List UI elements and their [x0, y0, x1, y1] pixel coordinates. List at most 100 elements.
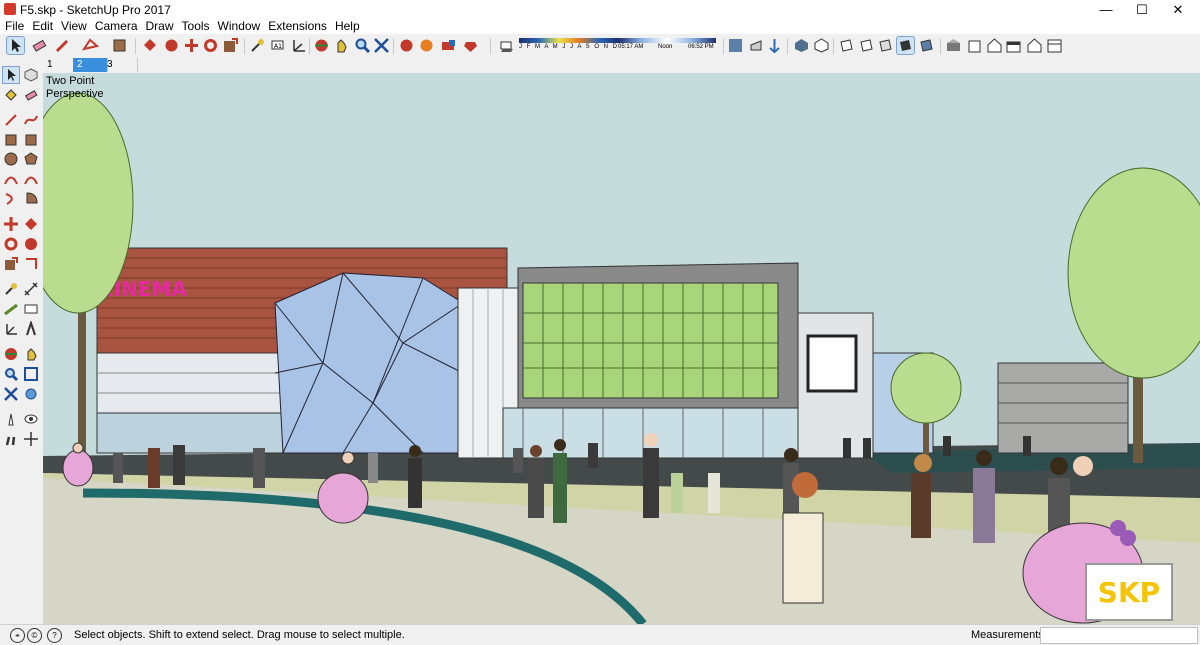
axes-icon[interactable] — [290, 37, 307, 54]
iso-view-icon[interactable] — [918, 37, 935, 54]
hidden-line-icon[interactable] — [838, 37, 855, 54]
extension-icon[interactable] — [418, 37, 435, 54]
protractor-icon[interactable] — [3, 301, 19, 317]
back-view-icon[interactable] — [1005, 37, 1022, 54]
component-icon[interactable] — [23, 67, 39, 83]
select-icon[interactable] — [6, 36, 25, 55]
ruby-icon[interactable] — [462, 37, 479, 54]
time-end-label: 06:52 PM — [688, 44, 714, 50]
tape-measure-icon[interactable] — [3, 281, 19, 297]
zoom-extents-icon[interactable] — [3, 386, 19, 402]
circle-icon[interactable] — [3, 151, 19, 167]
style-icon[interactable] — [766, 37, 783, 54]
geo-location-icon[interactable]: ⌖ — [10, 628, 25, 643]
measurements-input[interactable] — [1040, 627, 1198, 644]
3d-text-icon[interactable] — [23, 319, 39, 337]
measurements-label: Measurements — [971, 629, 1044, 641]
model-viewport[interactable]: CINEMA Two Point Perspective SKP — [43, 73, 1200, 624]
minimize-button[interactable]: — — [1086, 0, 1126, 19]
right-view-icon[interactable] — [986, 37, 1003, 54]
walk-icon[interactable] — [3, 431, 19, 447]
menu-window[interactable]: Window — [214, 19, 265, 34]
menu-extensions[interactable]: Extensions — [264, 19, 331, 34]
push-pull-icon[interactable] — [23, 216, 39, 232]
shadow-month-slider[interactable]: J F M A M J J A S O N D — [519, 36, 619, 56]
tape-measure-icon[interactable] — [249, 37, 266, 54]
bottom-view-icon[interactable] — [1046, 37, 1063, 54]
line-icon[interactable] — [3, 112, 19, 128]
front-view-icon[interactable] — [966, 37, 983, 54]
move-icon[interactable] — [3, 216, 19, 232]
warehouse-icon[interactable] — [398, 37, 415, 54]
section-plane-icon[interactable] — [23, 431, 39, 447]
pencil-icon[interactable] — [54, 37, 71, 54]
shadow-time-slider[interactable]: 05:17 AM Noon 06:52 PM — [618, 36, 716, 56]
shaded-icon[interactable] — [858, 37, 875, 54]
scale-icon[interactable] — [202, 37, 219, 54]
top-view-icon[interactable] — [945, 37, 962, 54]
menu-tools[interactable]: Tools — [178, 19, 214, 34]
left-view-icon[interactable] — [1026, 37, 1043, 54]
rotate-icon[interactable] — [183, 37, 200, 54]
previous-view-icon[interactable] — [23, 386, 39, 402]
shapes-icon[interactable] — [81, 37, 100, 54]
text-icon[interactable] — [23, 301, 39, 317]
menu-file[interactable]: File — [0, 19, 28, 34]
text-icon[interactable]: A1 — [269, 37, 286, 54]
wireframe-icon[interactable] — [813, 37, 830, 54]
move-icon[interactable] — [163, 37, 180, 54]
fog-icon[interactable] — [727, 37, 744, 54]
eraser-icon[interactable] — [23, 87, 39, 103]
xray-icon[interactable] — [793, 37, 810, 54]
scale-icon[interactable] — [3, 256, 19, 272]
textured-icon[interactable] — [877, 37, 894, 54]
paint-bucket-icon[interactable] — [3, 87, 19, 103]
freehand-icon[interactable] — [23, 112, 39, 128]
two-point-arc-icon[interactable] — [23, 171, 39, 187]
rotate-icon[interactable] — [3, 236, 19, 252]
zoom-icon[interactable] — [3, 366, 19, 382]
orbit-icon[interactable] — [3, 346, 19, 362]
menu-draw[interactable]: Draw — [142, 19, 178, 34]
arc-icon[interactable] — [3, 171, 19, 187]
rectangle-icon[interactable] — [3, 132, 19, 148]
menu-help[interactable]: Help — [331, 19, 364, 34]
zoom-extents-icon[interactable] — [373, 37, 390, 54]
polygon-icon[interactable] — [23, 151, 39, 167]
offset-icon[interactable] — [23, 256, 39, 272]
left-toolbar — [0, 58, 43, 624]
pan-icon[interactable] — [333, 37, 350, 54]
rotated-rectangle-icon[interactable] — [23, 132, 39, 148]
follow-me-icon[interactable] — [222, 37, 239, 54]
scene-tab-3[interactable]: 3 — [103, 58, 138, 72]
time-start-label: 05:17 AM — [618, 44, 644, 50]
follow-me-icon[interactable] — [23, 236, 39, 252]
three-point-arc-icon[interactable] — [3, 190, 19, 206]
zoom-icon[interactable] — [354, 37, 371, 54]
select-icon[interactable] — [2, 66, 20, 84]
paint-bucket-icon[interactable] — [111, 37, 128, 54]
menu-camera[interactable]: Camera — [91, 19, 142, 34]
look-around-icon[interactable] — [23, 411, 39, 427]
pan-icon[interactable] — [23, 346, 39, 362]
axes-icon[interactable] — [3, 321, 19, 337]
layer-icon[interactable] — [440, 37, 457, 54]
monochrome-icon[interactable] — [896, 36, 915, 55]
orbit-icon[interactable] — [313, 37, 330, 54]
shadow-icon[interactable] — [498, 37, 515, 54]
menu-edit[interactable]: Edit — [28, 19, 57, 34]
dimension-icon[interactable] — [23, 281, 39, 297]
zoom-window-icon[interactable] — [23, 366, 39, 382]
instructor-icon[interactable]: ? — [47, 628, 62, 643]
camera-mode-line2: Perspective — [46, 88, 104, 100]
maximize-button[interactable]: ☐ — [1122, 0, 1162, 19]
pie-icon[interactable] — [23, 190, 39, 206]
close-button[interactable]: ✕ — [1158, 0, 1198, 19]
push-pull-icon[interactable] — [142, 37, 159, 54]
section-icon[interactable] — [748, 37, 765, 54]
menu-view[interactable]: View — [57, 19, 91, 34]
position-camera-icon[interactable] — [3, 411, 19, 427]
credits-icon[interactable]: © — [27, 628, 42, 643]
eraser-icon[interactable] — [31, 37, 48, 54]
month-labels: J F M A M J J A S O N D — [519, 44, 619, 50]
